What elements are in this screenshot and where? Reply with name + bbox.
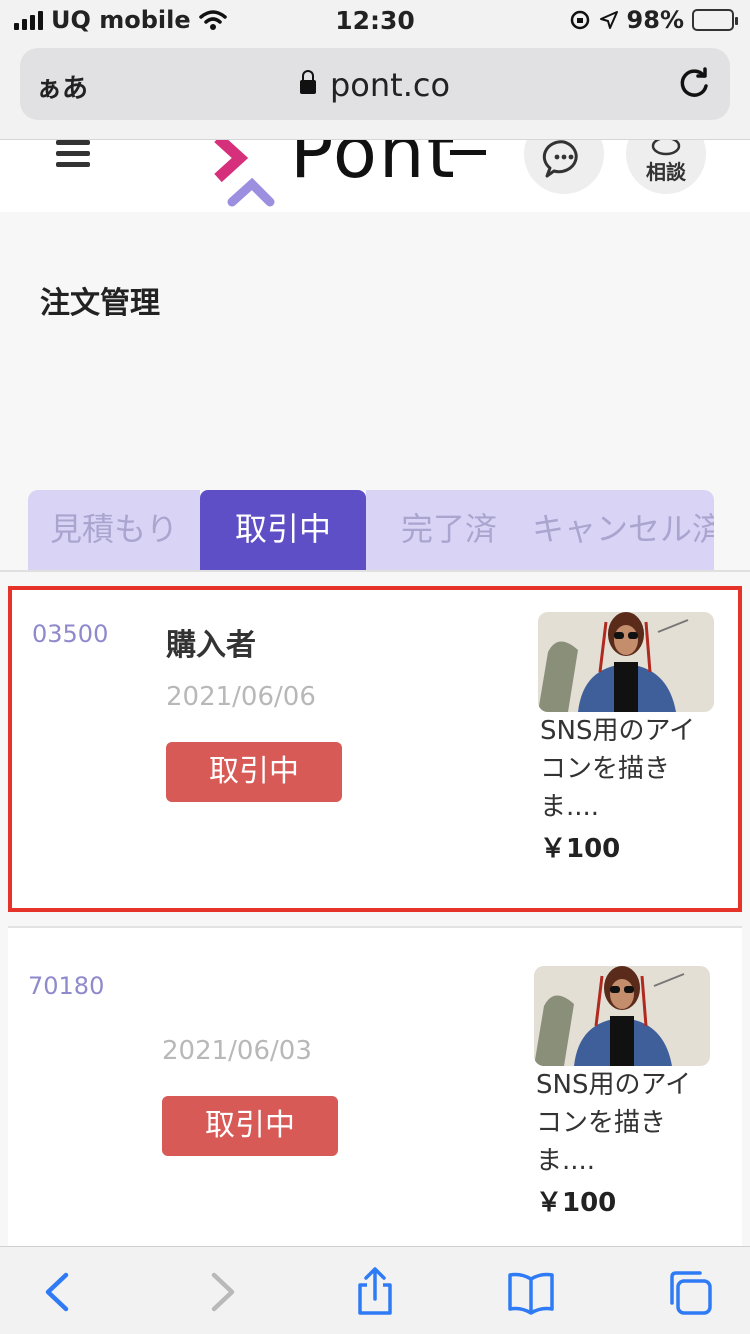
brand-name: Pont [290, 140, 457, 194]
address-bar[interactable]: ぁあ pont.co [20, 48, 730, 120]
address-domain[interactable]: pont.co [20, 66, 730, 104]
book-icon[interactable] [506, 1267, 556, 1317]
location-arrow-icon [599, 11, 618, 29]
orientation-lock-icon [570, 10, 589, 30]
status-badge: 取引中 [166, 742, 342, 802]
buyer-label: 購入者 [166, 628, 256, 663]
hamburger-icon[interactable] [56, 140, 90, 173]
product-thumbnail[interactable] [538, 612, 714, 712]
browser-address-area: ぁあ pont.co [0, 40, 750, 140]
status-bar: UQ mobile 12:30 98% [0, 0, 750, 40]
product-price: ￥100 [536, 1188, 617, 1218]
tab-completed[interactable]: 完了済 [366, 490, 532, 570]
order-date: 2021/06/06 [166, 682, 316, 712]
battery-percent: 98% [626, 6, 684, 34]
product-illustration [538, 612, 714, 712]
tab-in-progress[interactable]: 取引中 [200, 490, 366, 570]
tab-divider [0, 570, 750, 572]
order-card[interactable]: 03500 購入者 2021/06/06 取引中 SNS用のアイコンを描きま..… [8, 586, 742, 912]
product-title[interactable]: SNS用のアイコンを描きま.... [540, 712, 720, 826]
tab-cancelled[interactable]: キャンセル済 [532, 490, 714, 570]
tab-estimate[interactable]: 見積もり [28, 490, 200, 570]
chat-button[interactable] [524, 140, 604, 194]
pont-logo-mark-icon [214, 140, 275, 207]
tabs-icon[interactable] [664, 1267, 714, 1317]
lock-icon [299, 70, 316, 94]
chevron-left-icon[interactable] [34, 1267, 84, 1317]
order-id[interactable]: 03500 [32, 620, 108, 648]
status-right-group: 98% [569, 6, 738, 34]
site-header: Pont 相談 [0, 140, 750, 212]
product-illustration [534, 966, 710, 1066]
page-title: 注文管理 [40, 286, 160, 321]
order-id[interactable]: 70180 [28, 972, 104, 1000]
product-thumbnail[interactable] [534, 966, 710, 1066]
order-status-tabs: 見積もり 取引中 完了済 キャンセル済 [28, 490, 714, 570]
battery-charging-icon [692, 9, 738, 31]
product-price: ￥100 [540, 834, 621, 864]
browser-toolbar [0, 1246, 750, 1334]
domain-text: pont.co [329, 66, 451, 104]
chat-bubble-icon [542, 140, 578, 178]
chevron-right-icon[interactable] [196, 1267, 246, 1317]
brand-underline [450, 150, 486, 155]
site-logo[interactable]: Pont [210, 140, 490, 210]
line-consult-label: 相談 [646, 160, 686, 184]
line-consult-button[interactable]: 相談 [626, 140, 706, 194]
order-card[interactable]: 70180 2021/06/03 取引中 SNS用のアイコンを描きま.... ￥… [8, 926, 742, 1246]
share-icon[interactable] [350, 1267, 400, 1317]
order-date: 2021/06/03 [162, 1036, 312, 1066]
status-badge: 取引中 [162, 1096, 338, 1156]
product-title[interactable]: SNS用のアイコンを描きま.... [536, 1066, 716, 1180]
reload-icon[interactable] [674, 64, 714, 104]
